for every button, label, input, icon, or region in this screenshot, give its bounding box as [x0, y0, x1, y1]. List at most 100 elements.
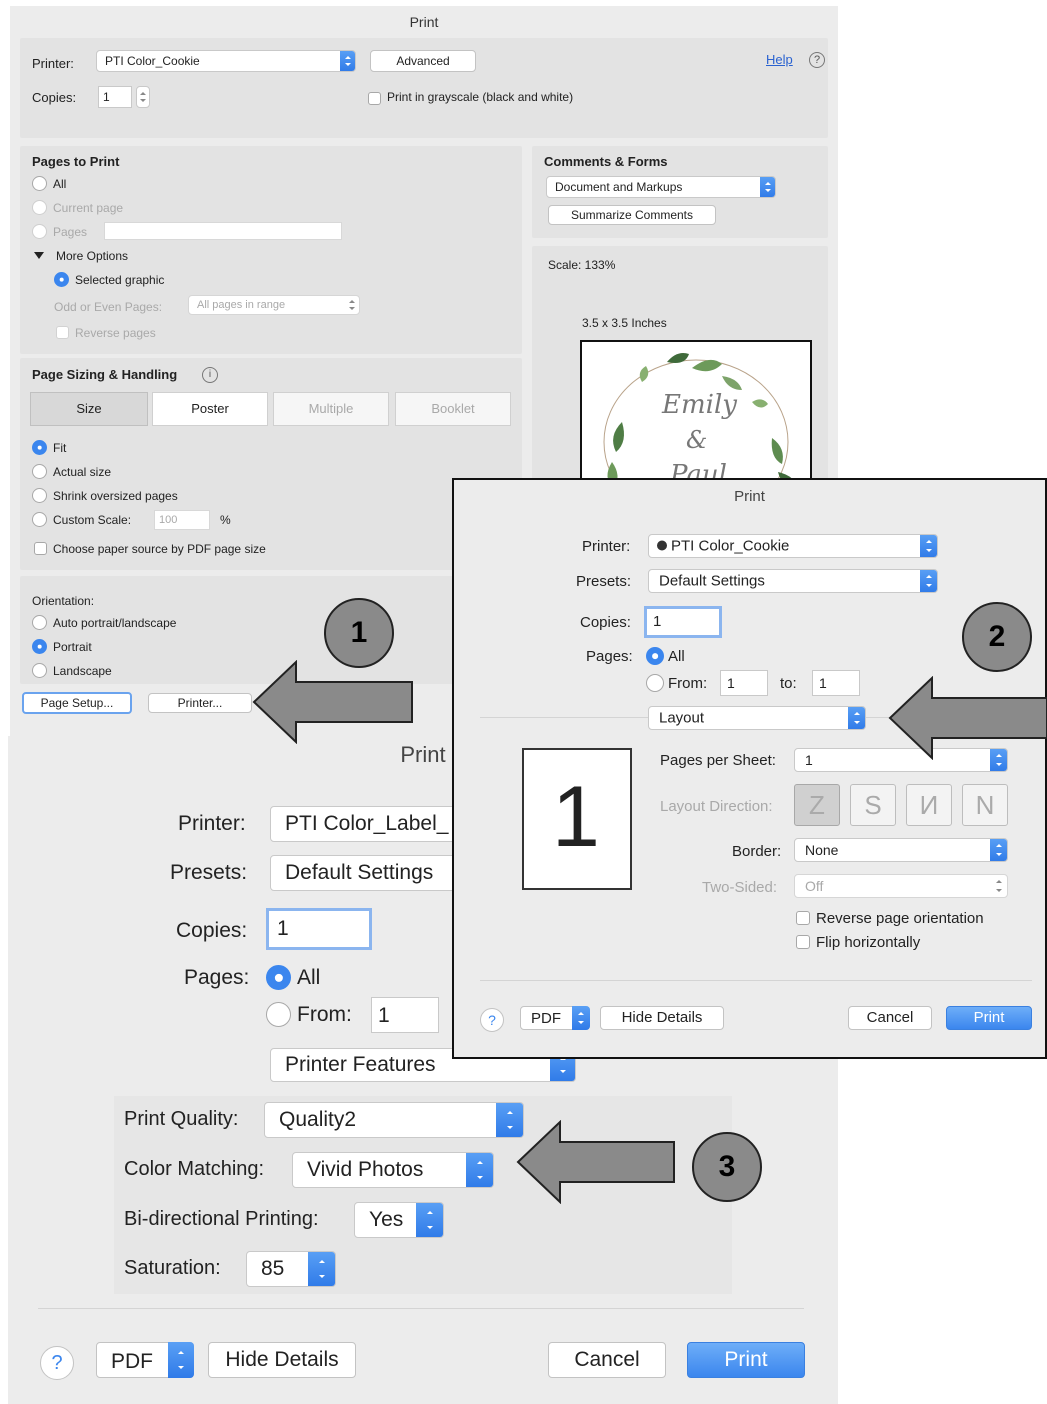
odd-even-value: All pages in range [197, 299, 286, 311]
auto-orientation-radio[interactable] [32, 615, 47, 630]
reverse-pages-label: Reverse pages [75, 326, 156, 340]
comments-forms-panel: Comments & Forms Document and Markups Su… [532, 146, 828, 238]
landscape-radio[interactable] [32, 663, 47, 678]
divider [38, 1308, 804, 1309]
portrait-radio[interactable] [32, 639, 47, 654]
chevron-updown-icon [990, 875, 1007, 897]
copies-stepper[interactable] [136, 86, 150, 108]
section-select[interactable]: Layout [648, 706, 866, 730]
printer-label: Printer: [32, 56, 74, 71]
pages-radio[interactable] [32, 224, 47, 239]
copies-input[interactable]: 1 [98, 86, 132, 108]
reverse-orientation-checkbox[interactable] [796, 911, 810, 925]
page-size-readout: 3.5 x 3.5 Inches [582, 316, 667, 330]
pages-range-input[interactable] [104, 222, 342, 240]
saturation-select[interactable]: 85 [246, 1251, 336, 1287]
printer-select[interactable]: PTI Color_Cookie [96, 50, 356, 72]
help-button[interactable]: ? [40, 1346, 74, 1380]
from-radio[interactable] [266, 1002, 291, 1027]
fit-radio[interactable] [32, 440, 47, 455]
flip-horizontally-checkbox[interactable] [796, 935, 810, 949]
chevron-updown-icon [920, 570, 937, 592]
summarize-comments-button[interactable]: Summarize Comments [548, 205, 716, 225]
callout-number-3: 3 [692, 1132, 762, 1202]
actual-size-radio[interactable] [32, 464, 47, 479]
two-sided-select[interactable]: Off [794, 874, 1008, 898]
pdf-label: PDF [111, 1350, 153, 1373]
color-matching-select[interactable]: Vivid Photos [292, 1152, 494, 1188]
layout-s-icon[interactable]: S [850, 784, 896, 826]
from-input[interactable]: 1 [720, 670, 768, 696]
page-setup-button[interactable]: Page Setup... [22, 692, 132, 714]
help-button[interactable]: ? [480, 1008, 504, 1032]
all-pages-radio[interactable] [32, 176, 47, 191]
from-input[interactable]: 1 [371, 997, 439, 1033]
print-button[interactable]: Print [946, 1006, 1032, 1030]
page-sizing-heading: Page Sizing & Handling [32, 367, 178, 382]
border-select[interactable]: None [794, 838, 1008, 862]
saturation-value: 85 [261, 1257, 285, 1280]
color-matching-value: Vivid Photos [307, 1158, 424, 1181]
current-page-radio[interactable] [32, 200, 47, 215]
printer-button[interactable]: Printer... [148, 693, 252, 713]
layout-n-reverse-icon[interactable]: И [906, 784, 952, 826]
tab-multiple[interactable]: Multiple [273, 392, 389, 426]
callout-arrow-1 [252, 660, 413, 744]
paper-source-checkbox[interactable] [34, 542, 47, 555]
presets-select-value: Default Settings [285, 861, 434, 884]
printer-name: PTI Color_Cookie [671, 537, 790, 555]
all-pages-label: All [668, 648, 685, 665]
selected-graphic-radio[interactable] [54, 272, 69, 287]
help-link[interactable]: Help [766, 52, 793, 67]
print-quality-select[interactable]: Quality2 [264, 1102, 524, 1138]
all-pages-radio[interactable] [266, 965, 291, 990]
cancel-button[interactable]: Cancel [848, 1006, 932, 1030]
all-pages-radio[interactable] [646, 647, 664, 665]
percent-label: % [220, 513, 231, 527]
grayscale-label: Print in grayscale (black and white) [387, 90, 574, 104]
pages-per-sheet-label: Pages per Sheet: [660, 752, 776, 769]
stepper-icon [137, 87, 149, 107]
to-input[interactable]: 1 [812, 670, 860, 696]
copies-input[interactable]: 1 [266, 908, 372, 950]
tab-booklet[interactable]: Booklet [395, 392, 511, 426]
printer-select-value: PTI Color_Label_ [285, 812, 449, 835]
custom-scale-input[interactable]: 100 [154, 510, 210, 530]
tab-poster[interactable]: Poster [152, 392, 268, 426]
grayscale-checkbox[interactable] [368, 92, 381, 105]
advanced-button[interactable]: Advanced [370, 50, 476, 72]
shrink-radio[interactable] [32, 488, 47, 503]
shrink-label: Shrink oversized pages [53, 489, 178, 503]
printer-select-value: PTI Color_Cookie [657, 538, 789, 555]
bidirectional-select[interactable]: Yes [354, 1202, 444, 1238]
presets-label: Presets: [170, 861, 248, 884]
print-button[interactable]: Print [687, 1342, 805, 1378]
printer-select[interactable]: PTI Color_Cookie [648, 534, 938, 558]
layout-n-icon[interactable]: N [962, 784, 1008, 826]
custom-scale-radio[interactable] [32, 512, 47, 527]
bidirectional-value: Yes [369, 1208, 404, 1231]
odd-even-select[interactable]: All pages in range [188, 295, 360, 315]
chevron-updown-icon [340, 51, 355, 71]
hide-details-button[interactable]: Hide Details [600, 1006, 724, 1030]
reverse-pages-checkbox[interactable] [56, 326, 69, 339]
comments-forms-heading: Comments & Forms [544, 154, 668, 169]
pdf-menu-button[interactable]: PDF [96, 1342, 194, 1378]
comments-forms-select[interactable]: Document and Markups [546, 176, 776, 198]
pdf-menu-button[interactable]: PDF [520, 1006, 590, 1030]
color-matching-label: Color Matching: [124, 1158, 265, 1180]
tab-size[interactable]: Size [30, 392, 148, 426]
preview-text-line2: & [686, 426, 708, 454]
from-radio[interactable] [646, 674, 664, 692]
disclosure-triangle-icon[interactable] [34, 252, 44, 259]
info-icon[interactable]: i [202, 367, 218, 383]
hide-details-button[interactable]: Hide Details [208, 1342, 356, 1378]
copies-input[interactable]: 1 [644, 606, 722, 638]
presets-select-value: Default Settings [659, 572, 765, 590]
presets-select[interactable]: Default Settings [648, 569, 938, 593]
cancel-button[interactable]: Cancel [548, 1342, 666, 1378]
help-circle-icon[interactable]: ? [809, 52, 825, 68]
chevron-updown-icon [416, 1203, 443, 1237]
layout-z-icon[interactable]: Z [794, 784, 840, 826]
divider [480, 980, 1032, 981]
